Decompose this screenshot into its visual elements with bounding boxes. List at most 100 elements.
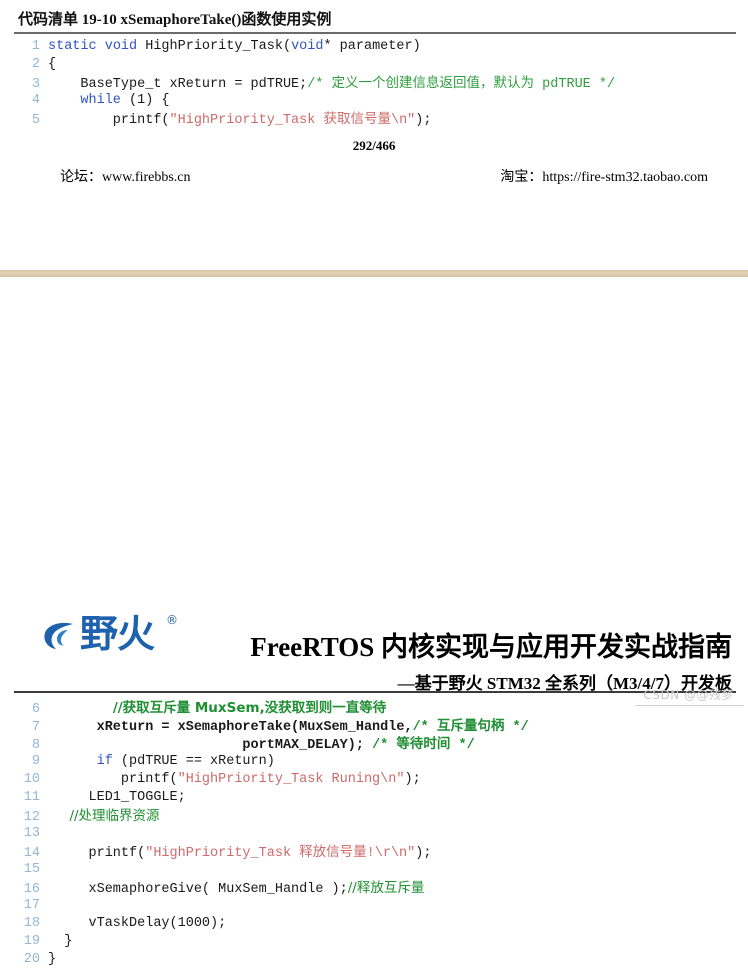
code-line: 3 BaseType_t xReturn = pdTRUE;/* 定义一个创建信… — [14, 74, 615, 92]
footer-taobao-link[interactable]: 淘宝：https://fire-stm32.taobao.com — [500, 166, 708, 186]
document-page-bottom: 野火 ® FreeRTOS 内核实现与应用开发实战指南 —基于野火 STM32 … — [0, 277, 748, 967]
code-line-text: //获取互斥量 MuxSem,没获取到则一直等待 — [40, 699, 386, 719]
code-line-number: 11 — [23, 790, 40, 805]
code-line: 10 printf("HighPriority_Task Runing\n"); — [14, 771, 529, 789]
code-line-number: 1 — [31, 39, 40, 54]
code-line-text: while (1) { — [40, 92, 170, 110]
code-line: 16 xSemaphoreGive( MuxSem_Handle );//释放互… — [14, 879, 529, 897]
code-line: 8 portMAX_DELAY); /* 等待时间 */ — [14, 735, 529, 753]
code-line: 13 — [14, 825, 529, 843]
code-token: ); — [415, 113, 432, 128]
code-line-text: { — [40, 56, 56, 74]
code-line-text: static void HighPriority_Task(void* para… — [40, 38, 421, 56]
code-token: /* — [372, 738, 397, 753]
code-token: \n" — [390, 113, 416, 128]
code-token: //处理临界资源 — [48, 808, 160, 824]
code-listing-title: 代码清单 19-10 xSemaphoreTake()函数使用实例 — [18, 12, 332, 28]
code-line-text: } — [40, 951, 56, 969]
code-line: 17 — [14, 897, 529, 915]
code-line: 6 //获取互斥量 MuxSem,没获取到则一直等待 — [14, 699, 529, 717]
code-line-text: printf("HighPriority_Task 获取信号量\n"); — [40, 110, 432, 130]
code-token: xSemaphoreGive( MuxSem_Handle ); — [48, 882, 348, 897]
code-line-text: printf("HighPriority_Task Runing\n"); — [40, 771, 421, 789]
code-line-text: //处理临界资源 — [40, 807, 160, 827]
code-token: */ — [504, 720, 529, 735]
code-line-number: 4 — [31, 93, 40, 108]
code-token: } — [48, 952, 57, 967]
code-token: portMAX_DELAY); — [48, 738, 373, 753]
code-token: * parameter) — [323, 39, 421, 54]
code-line: 7 xReturn = xSemaphoreTake(MuxSem_Handle… — [14, 717, 529, 735]
code-token: 定义一个创建信息返回值，默认为 — [331, 75, 535, 91]
code-token: /* — [412, 720, 437, 735]
registered-trademark-icon: ® — [166, 613, 178, 627]
document-page-top: 代码清单 19-10 xSemaphoreTake()函数使用实例 1 stati… — [0, 0, 748, 270]
code-line: 5 printf("HighPriority_Task 获取信号量\n"); — [14, 110, 615, 128]
code-token: 等待时间 — [396, 736, 451, 752]
book-title: FreeRTOS 内核实现与应用开发实战指南 — [250, 632, 732, 662]
code-token: xReturn = xSemaphoreTake(MuxSem_Handle, — [48, 720, 413, 735]
code-token: while — [80, 93, 121, 108]
page-number: 292/466 — [0, 138, 748, 154]
code-token: LED1_TOGGLE; — [48, 790, 186, 805]
code-token: 获取信号量 — [323, 111, 391, 127]
code-line-number: 19 — [23, 934, 40, 949]
code-token: pdTRUE */ — [534, 77, 616, 92]
code-line-text: } — [40, 933, 72, 951]
code-line: 11 LED1_TOGGLE; — [14, 789, 529, 807]
code-token: ); — [415, 846, 432, 861]
code-token: (1) { — [120, 93, 170, 108]
code-line-text: if (pdTRUE == xReturn) — [40, 753, 275, 771]
code-token: HighPriority_Task( — [137, 39, 292, 54]
code-line-text: LED1_TOGGLE; — [40, 789, 186, 807]
code-token: printf( — [48, 772, 178, 787]
firebull-flame-icon — [42, 619, 76, 653]
code-line-number: 13 — [23, 826, 40, 841]
brand-name-label: 野火 — [80, 612, 155, 656]
code-line: 20} — [14, 951, 529, 969]
code-token: { — [48, 57, 57, 72]
code-token: void — [291, 39, 324, 54]
code-line: 14 printf("HighPriority_Task 释放信号量!\r\n"… — [14, 843, 529, 861]
code-token: (pdTRUE == xReturn) — [112, 754, 275, 769]
code-token: !\r\n" — [366, 846, 416, 861]
code-line-text: vTaskDelay(1000); — [40, 915, 227, 933]
code-line-text: xSemaphoreGive( MuxSem_Handle );//释放互斥量 — [40, 879, 425, 899]
code-block-top: 1 static void HighPriority_Task(void* par… — [14, 38, 615, 128]
code-token: "HighPriority_Task Runing\n" — [177, 772, 405, 787]
code-line-text: xReturn = xSemaphoreTake(MuxSem_Handle,/… — [40, 717, 529, 737]
code-line-text: portMAX_DELAY); /* 等待时间 */ — [40, 735, 475, 755]
code-line: 2{ — [14, 56, 615, 74]
code-line-number: 10 — [23, 772, 40, 787]
footer-forum-link[interactable]: 论坛：www.firebbs.cn — [60, 166, 191, 186]
code-line: 4 while (1) { — [14, 92, 615, 110]
code-token: 互斥量句柄 — [436, 718, 505, 734]
watermark-underline — [636, 705, 744, 706]
page-number-current: 292 — [352, 138, 373, 153]
code-token: */ — [450, 738, 475, 753]
title-divider — [14, 32, 736, 34]
code-line-text: BaseType_t xReturn = pdTRUE;/* 定义一个创建信息返… — [40, 74, 615, 94]
code-token: printf( — [48, 113, 170, 128]
code-token: static — [48, 39, 97, 54]
code-token: void — [104, 39, 138, 54]
page-number-total: 466 — [375, 138, 396, 153]
brand-logo: 野火 ® — [42, 609, 192, 665]
code-token: BaseType_t xReturn = pdTRUE; — [48, 77, 308, 92]
code-line-number: 15 — [23, 862, 40, 877]
csdn-watermark: CSDN @@残梦 — [643, 688, 734, 702]
code-line: 15 — [14, 861, 529, 879]
code-line: 18 vTaskDelay(1000); — [14, 915, 529, 933]
header-divider — [14, 691, 736, 693]
code-token: vTaskDelay(1000); — [48, 916, 227, 931]
code-line: 19 } — [14, 933, 529, 951]
code-token: "HighPriority_Task — [169, 113, 324, 128]
code-line-text: printf("HighPriority_Task 释放信号量!\r\n"); — [40, 843, 432, 863]
code-line-number: 2 — [31, 57, 40, 72]
code-line-number: 9 — [31, 754, 40, 769]
page-separator-band — [0, 270, 748, 277]
code-line: 9 if (pdTRUE == xReturn) — [14, 753, 529, 771]
